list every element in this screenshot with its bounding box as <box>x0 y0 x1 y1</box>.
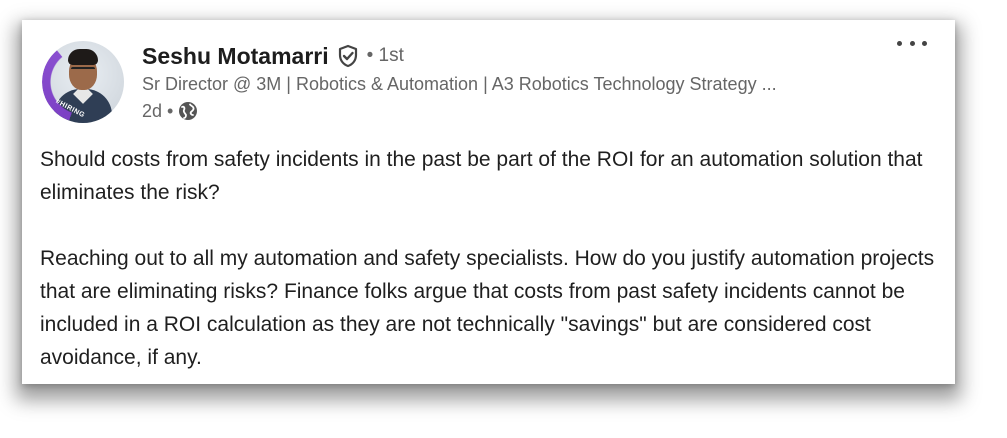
menu-dot <box>922 40 927 46</box>
author-name-row: Seshu Motamarri • 1st <box>142 40 404 72</box>
post-meta: 2d • <box>142 100 198 122</box>
menu-dot <box>909 40 915 46</box>
menu-dot <box>897 40 902 46</box>
post-paragraph: Reaching out to all my automation and sa… <box>40 247 935 369</box>
post-paragraph: Should costs from safety incidents in th… <box>40 148 923 204</box>
screenshot-stage: #HIRING Seshu Motamarri • 1st Sr Directo… <box>0 0 1007 438</box>
connection-degree: • 1st <box>366 45 404 66</box>
post-age: 2d • <box>142 100 174 121</box>
post-body: Should costs from safety incidents in th… <box>40 143 940 374</box>
shield-check-icon <box>336 44 360 68</box>
globe-icon <box>178 101 198 121</box>
more-horizontal-icon[interactable] <box>897 34 927 52</box>
author-name[interactable]: Seshu Motamarri <box>142 43 329 70</box>
author-headline: Sr Director @ 3M | Robotics & Automation… <box>142 74 777 94</box>
post-card: #HIRING Seshu Motamarri • 1st Sr Directo… <box>22 20 955 384</box>
author-avatar[interactable]: #HIRING <box>42 41 124 123</box>
